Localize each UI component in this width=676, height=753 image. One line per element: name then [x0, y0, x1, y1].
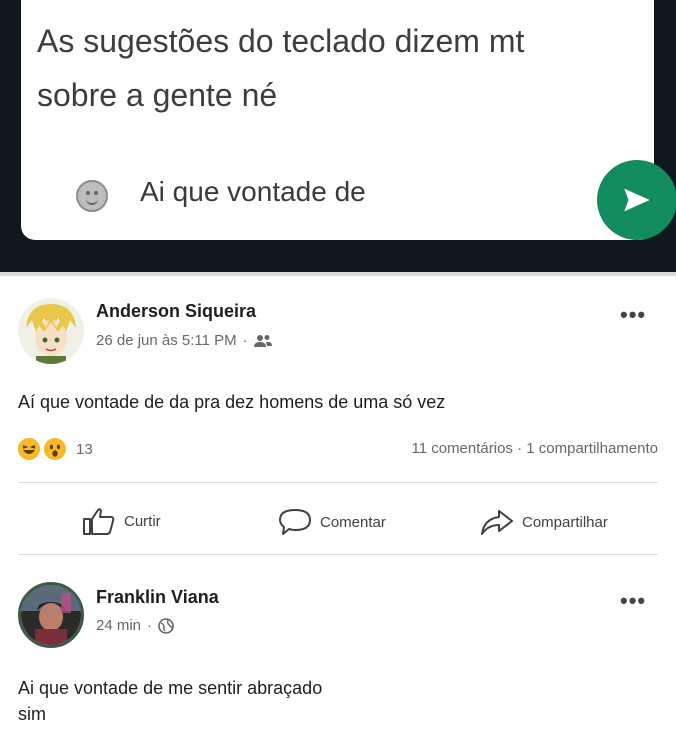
message-card: As sugestões do teclado dizem mt sobre a…	[21, 0, 676, 240]
share-icon	[481, 510, 513, 535]
post-franklin: Franklin Viana 24 min · ••• Ai que vonta…	[0, 556, 676, 753]
like-button[interactable]: Curtir	[82, 506, 161, 536]
avatar[interactable]	[18, 582, 84, 648]
more-options-icon[interactable]: •••	[620, 302, 646, 328]
haha-reaction-icon	[18, 438, 40, 460]
comment-icon	[279, 509, 311, 535]
reaction-count: 13	[76, 440, 93, 458]
wow-reaction-icon	[44, 438, 66, 460]
emoji-icon[interactable]	[76, 180, 108, 212]
reactions-summary[interactable]: 13	[18, 438, 93, 460]
send-button[interactable]	[597, 160, 676, 240]
post-text: Aí que vontade de da pra dez homens de u…	[18, 392, 446, 412]
globe-icon	[158, 617, 174, 634]
post-stats[interactable]: 11 comentários · 1 compartilhamento	[411, 440, 658, 457]
more-options-icon[interactable]: •••	[620, 588, 646, 614]
friends-icon	[253, 334, 272, 347]
share-label: Compartilhar	[522, 513, 608, 531]
meta-dot: ·	[242, 332, 248, 349]
post-divider	[18, 554, 658, 555]
post-text: Ai que vontade de me sentir abraçado sim	[18, 678, 323, 724]
avatar-image	[21, 585, 81, 645]
post-time[interactable]: 24 min	[96, 617, 141, 634]
post-meta: 26 de jun às 5:11 PM ·	[96, 332, 272, 349]
message-input[interactable]: Ai que vontade de	[140, 176, 366, 208]
actions-divider-top	[18, 482, 658, 483]
author-name[interactable]: Anderson Siqueira	[96, 301, 256, 322]
thumbs-up-icon	[83, 508, 115, 535]
post-anderson: Anderson Siqueira 26 de jun às 5:11 PM ·…	[0, 276, 676, 556]
avatar-image	[18, 298, 84, 364]
message-screenshot: As sugestões do teclado dizem mt sobre a…	[0, 0, 676, 272]
send-icon	[624, 188, 650, 212]
avatar[interactable]	[18, 298, 84, 364]
comment-label: Comentar	[320, 513, 386, 531]
meta-dot: ·	[147, 617, 153, 634]
message-text: As sugestões do teclado dizem mt sobre a…	[37, 23, 525, 113]
comment-button[interactable]: Comentar	[278, 508, 386, 536]
post-meta: 24 min ·	[96, 617, 174, 634]
post-time[interactable]: 26 de jun às 5:11 PM	[96, 332, 237, 349]
like-label: Curtir	[124, 512, 161, 530]
message-input-bar[interactable]: Ai que vontade de	[33, 146, 676, 242]
author-name[interactable]: Franklin Viana	[96, 587, 219, 608]
share-button[interactable]: Compartilhar	[480, 508, 608, 536]
